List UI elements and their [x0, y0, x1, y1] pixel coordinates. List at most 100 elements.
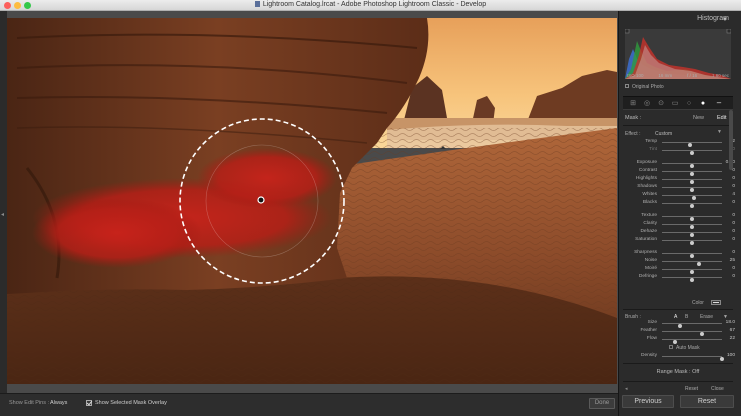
slider-highlights[interactable]: Highlights 0: [623, 176, 735, 184]
slider-blacks[interactable]: Blacks 0: [623, 200, 735, 208]
effect-select[interactable]: Custom: [655, 131, 672, 137]
reset-button[interactable]: Reset: [680, 395, 734, 408]
auto-mask-checkbox[interactable]: Auto Mask: [669, 345, 700, 351]
slider-whites[interactable]: Whites 4: [623, 192, 735, 200]
red-eye-icon[interactable]: ⊙: [657, 100, 665, 108]
slider-value[interactable]: 4: [723, 192, 735, 197]
slider-tint[interactable]: Tint 0: [623, 147, 735, 155]
slider-saturation[interactable]: Saturation 0: [623, 237, 735, 245]
histogram-title[interactable]: Histogram: [619, 15, 729, 22]
slider-track[interactable]: [662, 356, 724, 361]
slider-shadows[interactable]: Shadows 0: [623, 184, 735, 192]
histogram-collapse-icon[interactable]: ▼: [722, 17, 728, 23]
slider-track[interactable]: [662, 339, 722, 344]
slider-label: Feather: [640, 328, 657, 333]
show-edit-pins-select[interactable]: Always: [50, 400, 67, 406]
slider-track[interactable]: [662, 323, 722, 328]
slider-track[interactable]: [662, 269, 722, 274]
slider-track[interactable]: [662, 216, 722, 221]
slider-knob[interactable]: [690, 278, 694, 282]
slider-value[interactable]: 0: [723, 274, 735, 279]
slider-contrast[interactable]: Contrast 0: [623, 168, 735, 176]
slider-track[interactable]: [662, 179, 722, 184]
slider-knob[interactable]: [690, 151, 694, 155]
brush-toggle-icon[interactable]: ━: [715, 100, 723, 108]
slider-track[interactable]: [662, 163, 722, 168]
slider-track[interactable]: [662, 253, 722, 258]
density-value[interactable]: 100: [723, 353, 735, 358]
photo-canvas[interactable]: [7, 18, 617, 384]
slider-track[interactable]: [662, 331, 722, 336]
slider-value[interactable]: 0: [723, 266, 735, 271]
slider-value[interactable]: 0: [723, 184, 735, 189]
slider-track[interactable]: [662, 171, 722, 176]
slider-knob[interactable]: [690, 204, 694, 208]
slider-clarity[interactable]: Clarity 0: [623, 221, 735, 229]
bottom-buttons: Previous Reset: [620, 395, 740, 409]
slider-value[interactable]: 67: [723, 328, 735, 333]
slider-exposure[interactable]: Exposure0.00: [623, 160, 735, 168]
slider-feather[interactable]: Feather 67: [623, 328, 735, 336]
previous-button[interactable]: Previous: [622, 395, 674, 408]
adjustment-brush-icon[interactable]: ●: [699, 100, 707, 108]
effect-collapse-icon[interactable]: ▼: [717, 129, 722, 135]
range-mask-select[interactable]: Range Mask : Off: [619, 369, 737, 375]
slider-moir-[interactable]: Moiré 0: [623, 266, 735, 274]
done-button[interactable]: Done: [589, 398, 615, 409]
divider: [623, 363, 733, 364]
slider-value[interactable]: 0: [723, 237, 735, 242]
slider-noise[interactable]: Noise 25: [623, 258, 735, 266]
slider-temp[interactable]: Temp-2: [623, 139, 735, 147]
slider-track[interactable]: [662, 203, 722, 208]
panel-reset-button[interactable]: Reset: [685, 386, 698, 392]
slider-value[interactable]: 0: [723, 200, 735, 205]
panel-switch-icon[interactable]: ◂: [625, 386, 628, 392]
slider-flow[interactable]: Flow 22: [623, 336, 735, 344]
slider-track[interactable]: [662, 224, 722, 229]
crop-tool-icon[interactable]: ⊞: [629, 100, 637, 108]
slider-value[interactable]: 22: [723, 336, 735, 341]
slider-label: Saturation: [635, 237, 657, 242]
slider-knob[interactable]: [673, 340, 678, 344]
mask-new-button[interactable]: New: [693, 115, 704, 121]
histogram-chart[interactable]: [624, 28, 732, 79]
slider-track[interactable]: [662, 232, 722, 237]
slider-defringe[interactable]: Defringe 0: [623, 274, 735, 282]
slider-dehaze[interactable]: Dehaze 0: [623, 229, 735, 237]
slider-sharpness[interactable]: Sharpness 0: [623, 250, 735, 258]
slider-knob[interactable]: [690, 241, 694, 245]
show-mask-overlay-label: Show Selected Mask Overlay: [95, 400, 167, 406]
slider-track[interactable]: [662, 150, 722, 155]
slider-track[interactable]: [662, 142, 722, 147]
graduated-filter-icon[interactable]: ▭: [671, 100, 679, 108]
left-panel-collapse[interactable]: ◂: [0, 11, 7, 393]
show-mask-overlay-checkbox[interactable]: [86, 400, 92, 406]
radial-filter-icon[interactable]: ○: [685, 100, 693, 108]
edit-pin[interactable]: [257, 196, 265, 204]
slider-value[interactable]: 25: [723, 258, 735, 263]
effect-label: Effect :: [625, 131, 641, 137]
density-slider[interactable]: Density 100: [623, 353, 735, 361]
panel-close-button[interactable]: Close: [711, 386, 724, 392]
slider-texture[interactable]: Texture 0: [623, 213, 735, 221]
slider-track[interactable]: [662, 240, 722, 245]
original-photo-checkbox[interactable]: Original Photo: [625, 84, 664, 90]
slider-label: Temp: [645, 139, 657, 144]
slider-value[interactable]: 0: [723, 176, 735, 181]
mask-edit-button[interactable]: Edit: [717, 115, 726, 121]
slider-track[interactable]: [662, 187, 722, 192]
slider-value[interactable]: 18.0: [723, 320, 735, 325]
slider-label: Moiré: [645, 266, 657, 271]
slider-value[interactable]: 0: [723, 213, 735, 218]
color-swatch[interactable]: [711, 300, 721, 305]
slider-value[interactable]: 0: [723, 250, 735, 255]
spot-removal-icon[interactable]: ◎: [643, 100, 651, 108]
slider-track[interactable]: [662, 277, 722, 282]
slider-track[interactable]: [662, 195, 722, 200]
panel-scrollbar[interactable]: [729, 110, 733, 170]
slider-value[interactable]: 0: [723, 221, 735, 226]
slider-track[interactable]: [662, 261, 722, 266]
slider-size[interactable]: Size 18.0: [623, 320, 735, 328]
slider-value[interactable]: 0: [723, 229, 735, 234]
slider-label: Contrast: [638, 168, 657, 173]
